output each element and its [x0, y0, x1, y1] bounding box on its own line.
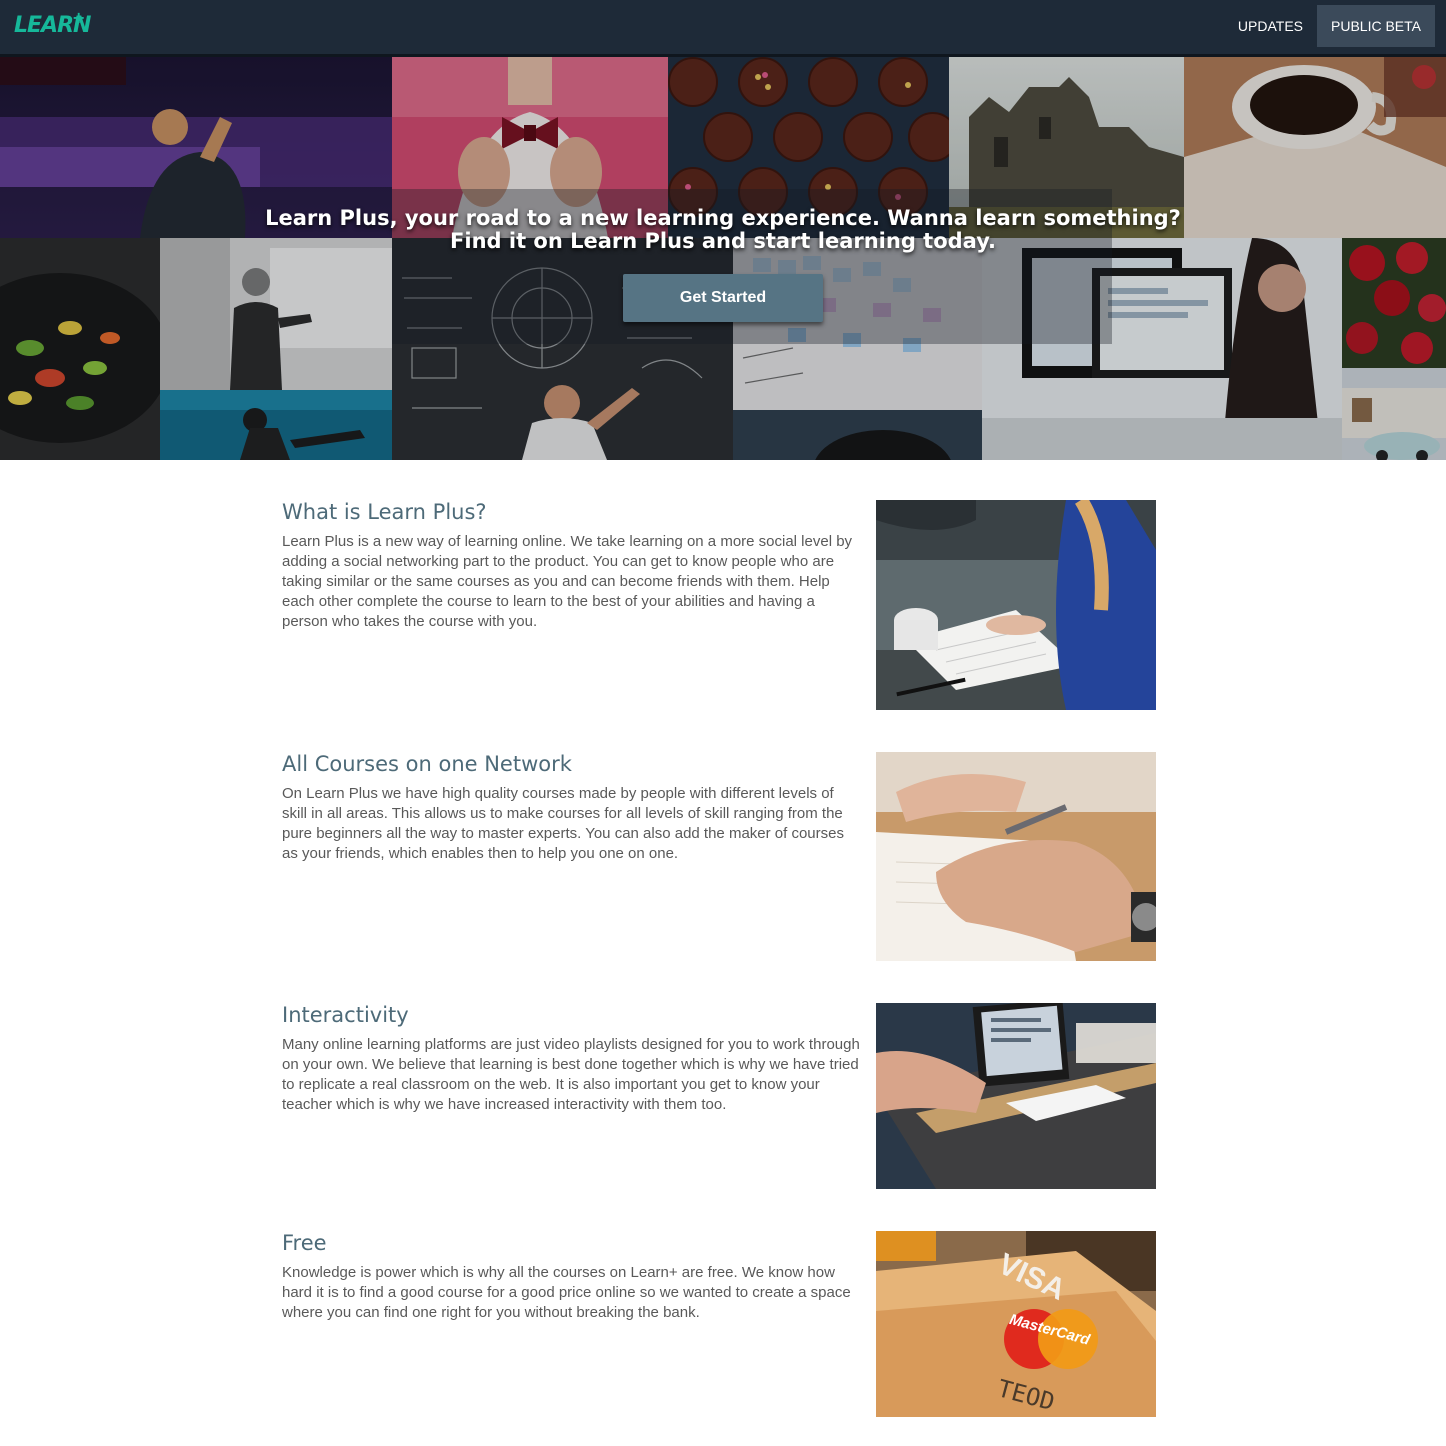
feature-section-all-courses: All Courses on one Network On Learn Plus… [282, 752, 1156, 961]
get-started-button[interactable]: Get Started [623, 274, 823, 322]
top-navbar: LEARN + UPDATES PUBLIC BETA [0, 0, 1446, 57]
feature-section-what-is: What is Learn Plus? Learn Plus is a new … [282, 500, 1156, 710]
logo-plus-icon: + [72, 8, 85, 27]
feature-section-interactivity: Interactivity Many online learning platf… [282, 1003, 1156, 1189]
section-body: Many online learning platforms are just … [282, 1036, 860, 1113]
learn-plus-logo[interactable]: LEARN + [14, 8, 91, 40]
credit-cards-image: VISA MasterCard TEOD [876, 1231, 1156, 1417]
section-title: Free [282, 1231, 327, 1255]
section-title: What is Learn Plus? [282, 500, 487, 524]
feature-section-free: Free Knowledge is power which is why all… [282, 1231, 1156, 1417]
hero-banner: Learn Plus, your road to a new learning … [0, 57, 1446, 460]
section-title: All Courses on one Network [282, 752, 572, 776]
section-body: Learn Plus is a new way of learning onli… [282, 533, 853, 630]
hero-headline-line1: Learn Plus, your road to a new learning … [265, 206, 1181, 230]
students-notebook-image [876, 500, 1156, 710]
section-body: Knowledge is power which is why all the … [282, 1264, 851, 1321]
laptop-desk-image [876, 1003, 1156, 1189]
nav-item-public-beta[interactable]: PUBLIC BETA [1317, 5, 1435, 47]
hero-headline-line2: Find it on Learn Plus and start learning… [450, 229, 996, 253]
nav-item-updates[interactable]: UPDATES [1224, 5, 1317, 47]
hand-writing-image [876, 752, 1156, 961]
section-body: On Learn Plus we have high quality cours… [282, 785, 844, 862]
section-title: Interactivity [282, 1003, 409, 1027]
main-nav: UPDATES PUBLIC BETA [1224, 5, 1435, 47]
hero-headline: Learn Plus, your road to a new learning … [230, 207, 1216, 253]
